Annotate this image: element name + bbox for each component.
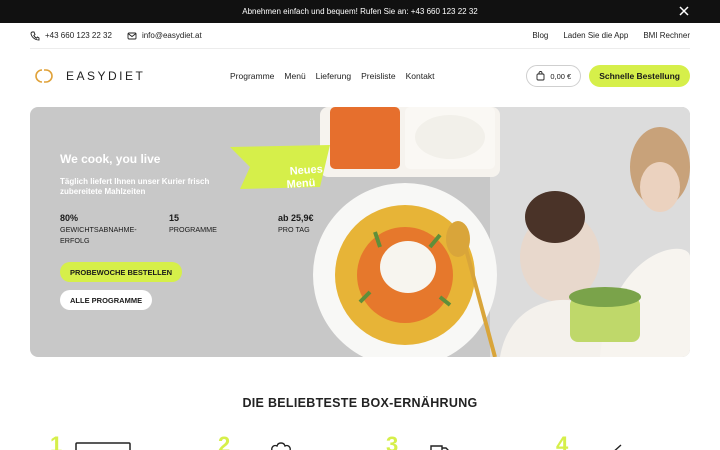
contact-bar: +43 660 123 22 32 info@easydiet.at Blog … (30, 23, 690, 49)
nav-item-programme[interactable]: Programme (230, 71, 274, 81)
cart-button[interactable]: 0,00 € (526, 65, 582, 87)
bmi-link[interactable]: BMI Rechner (643, 31, 690, 40)
stat-value: 80% (60, 213, 79, 223)
email-address: info@easydiet.at (141, 31, 202, 40)
logo-icon (35, 69, 53, 83)
nav-item-lieferung[interactable]: Lieferung (316, 71, 351, 81)
hero-badge: Neues Menü (276, 150, 325, 205)
stat-label: PRO TAG (278, 225, 310, 234)
announcement-text: Abnehmen einfach und bequem! Rufen Sie a… (242, 7, 478, 16)
top-links: Blog Laden Sie die App BMI Rechner (532, 31, 690, 40)
box-icon (75, 442, 131, 450)
delivery-icon (430, 445, 449, 450)
stat-label: PROGRAMME (169, 225, 217, 234)
app-link[interactable]: Laden Sie die App (563, 31, 628, 40)
main-header: EASYDIET Programme Menü Lieferung Preisl… (30, 62, 690, 90)
hero-subtitle: Täglich liefert Ihnen unser Kurier frisc… (60, 177, 210, 196)
shopping-bag-icon (536, 71, 545, 81)
stat-value: ab 25,9€ (278, 213, 314, 223)
nav-item-preisliste[interactable]: Preisliste (361, 71, 395, 81)
step-number: 1 (50, 432, 63, 450)
step-number: 3 (386, 432, 399, 450)
trial-week-button[interactable]: PROBEWOCHE BESTELLEN (60, 262, 183, 282)
email-link[interactable]: info@easydiet.at (127, 31, 202, 41)
phone-number: +43 660 123 22 32 (45, 31, 112, 40)
logo-text: EASYDIET (66, 69, 146, 83)
step-number: 2 (218, 432, 231, 450)
main-nav: Programme Menü Lieferung Preisliste Kont… (230, 71, 434, 81)
stat-success: 80% GEWICHTSABNAHME- ERFOLG (60, 213, 137, 246)
section-title: DIE BELIEBTESTE BOX-ERNÄHRUNG (242, 396, 478, 410)
stat-programs: 15 PROGRAMME (169, 213, 217, 235)
blog-link[interactable]: Blog (532, 31, 548, 40)
step-number: 4 (556, 432, 569, 450)
chef-hat-icon (271, 442, 291, 450)
stat-label: GEWICHTSABNAHME- ERFOLG (60, 225, 137, 245)
stat-value: 15 (169, 213, 180, 223)
phone-link[interactable]: +43 660 123 22 32 (30, 31, 112, 41)
quick-order-button[interactable]: Schnelle Bestellung (589, 65, 690, 87)
cart-amount: 0,00 € (550, 71, 572, 81)
phone-icon (30, 31, 40, 40)
all-programs-button[interactable]: ALLE PROGRAMME (60, 290, 153, 310)
logo[interactable]: EASYDIET (30, 68, 230, 84)
nav-item-menu[interactable]: Menü (284, 71, 305, 81)
mail-icon (127, 32, 137, 39)
stat-price: ab 25,9€ PRO TAG (278, 213, 314, 235)
nav-item-kontakt[interactable]: Kontakt (406, 71, 435, 81)
badge-text: Neues Menü (286, 163, 324, 191)
hero-banner: Neues Menü We cook, you live Täglich lie… (30, 107, 690, 357)
close-icon[interactable] (678, 5, 690, 17)
check-icon (614, 444, 622, 450)
hero-title: We cook, you live (60, 152, 161, 166)
announcement-bar: Abnehmen einfach und bequem! Rufen Sie a… (0, 0, 720, 23)
